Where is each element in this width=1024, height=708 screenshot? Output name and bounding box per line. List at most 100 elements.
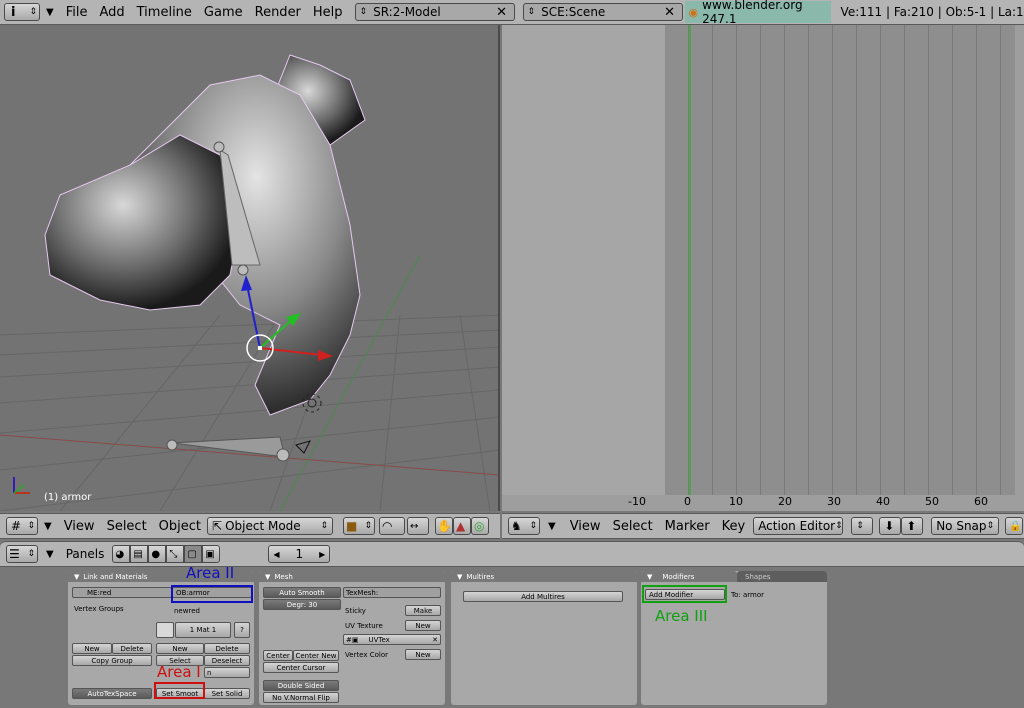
- material-new-button[interactable]: New: [156, 643, 204, 654]
- area-1-highlight: [154, 682, 205, 699]
- material-index-field[interactable]: 1 Mat 1: [175, 622, 231, 638]
- manipulator-translate-button[interactable]: ▲: [453, 517, 472, 535]
- center-new-button[interactable]: Center New: [293, 650, 339, 661]
- close-icon[interactable]: ✕: [432, 636, 438, 644]
- no-vnormal-flip-toggle[interactable]: No V.Normal Flip: [263, 692, 339, 703]
- collapse-triangle-icon[interactable]: ▼: [457, 573, 462, 581]
- action-browse-button[interactable]: ⇕: [851, 517, 874, 535]
- snap-selector[interactable]: No Snap ⇕: [931, 517, 1000, 535]
- lock-button[interactable]: 🔒: [1005, 517, 1024, 535]
- window-type-3dview-button[interactable]: # ⇕: [6, 517, 38, 535]
- object-mode-icon: ⇱: [212, 519, 223, 533]
- mesh-datablock-field[interactable]: ME:red: [72, 587, 172, 598]
- tab-shapes[interactable]: Shapes: [737, 571, 827, 582]
- menu-view[interactable]: View: [58, 519, 101, 534]
- pivot-selector[interactable]: ◠: [379, 517, 406, 535]
- vertex-color-new-button[interactable]: New: [405, 649, 441, 660]
- object-context-button[interactable]: ⤡: [166, 545, 185, 563]
- pacman-icon: ◕: [115, 548, 125, 560]
- degr-field[interactable]: Degr: 30: [263, 599, 341, 610]
- info-icon: i: [11, 4, 16, 20]
- down-arrow-icon: ⬇: [884, 519, 895, 533]
- screen-selector[interactable]: ⇕ SR:2-Model ✕: [354, 3, 515, 21]
- vgroup-new-button[interactable]: New: [72, 643, 112, 654]
- close-icon[interactable]: ✕: [662, 4, 678, 20]
- menu-game[interactable]: Game: [198, 5, 249, 20]
- action-editor[interactable]: -10 0 10 20 30 40 50 60: [502, 25, 1024, 511]
- vgroup-delete-button[interactable]: Delete: [112, 643, 152, 654]
- tab-label: Shapes: [745, 572, 771, 581]
- menu-view[interactable]: View: [564, 519, 607, 534]
- chevron-updown-icon: ⇕: [856, 521, 864, 531]
- script-icon: ▤: [133, 548, 143, 560]
- menu-file[interactable]: File: [60, 5, 94, 20]
- transform-toggle[interactable]: ↔: [407, 517, 430, 535]
- collapse-triangle-icon[interactable]: ▼: [265, 573, 270, 581]
- double-sided-toggle[interactable]: Double Sided: [263, 680, 339, 691]
- screen-name: SR:2-Model: [373, 5, 441, 19]
- shading-context-button[interactable]: ●: [148, 545, 167, 563]
- copy-pose-button[interactable]: ⬇: [879, 517, 902, 535]
- autotexspace-toggle[interactable]: AutoTexSpace: [72, 688, 152, 699]
- material-deselect-button[interactable]: Deselect: [204, 655, 250, 666]
- menu-help[interactable]: Help: [307, 5, 349, 20]
- material-delete-button[interactable]: Delete: [204, 643, 250, 654]
- auto-smooth-toggle[interactable]: Auto Smooth: [263, 587, 341, 598]
- menu-object[interactable]: Object: [153, 519, 207, 534]
- add-multires-button[interactable]: Add Multires: [463, 591, 623, 602]
- script-context-button[interactable]: ▤: [130, 545, 149, 563]
- collapse-triangle-icon[interactable]: ▼: [46, 549, 54, 560]
- menu-select[interactable]: Select: [101, 519, 153, 534]
- sticky-make-button[interactable]: Make: [405, 605, 441, 616]
- copy-group-button[interactable]: Copy Group: [72, 655, 152, 666]
- menu-timeline[interactable]: Timeline: [131, 5, 198, 20]
- paste-pose-button[interactable]: ⬆: [901, 517, 924, 535]
- scene-context-button[interactable]: ▣: [202, 545, 221, 563]
- editing-context-button[interactable]: ▢: [184, 545, 203, 563]
- collapse-triangle-icon[interactable]: ▼: [44, 521, 52, 532]
- blender-url: www.blender.org 247.1: [702, 0, 803, 26]
- help-mark: ?: [240, 626, 244, 634]
- left-arrow-icon[interactable]: ◀: [273, 550, 279, 559]
- uv-texture-label: UV Texture: [345, 622, 383, 630]
- uvtex-layer-field[interactable]: #▣ UVTex ✕: [343, 634, 441, 645]
- scene-selector[interactable]: ⇕ SCE:Scene ✕: [522, 3, 683, 21]
- texmesh-field[interactable]: TexMesh:: [343, 587, 441, 598]
- collapse-triangle-icon[interactable]: ▼: [74, 573, 79, 581]
- collapse-triangle-icon[interactable]: ▼: [46, 7, 54, 18]
- area-2-label: Area II: [186, 564, 235, 582]
- collapse-triangle-icon[interactable]: ▼: [647, 573, 652, 581]
- center-button[interactable]: Center: [263, 650, 293, 661]
- menu-add[interactable]: Add: [93, 5, 130, 20]
- window-type-buttons-button[interactable]: ☰ ⇕: [6, 545, 38, 563]
- manipulator-rotate-button[interactable]: ◎: [471, 517, 490, 535]
- menu-key[interactable]: Key: [716, 519, 752, 534]
- menu-render[interactable]: Render: [249, 5, 307, 20]
- logic-context-button[interactable]: ◕: [112, 545, 131, 563]
- window-type-action-button[interactable]: ♞ ⇕: [508, 517, 540, 535]
- center-cursor-button[interactable]: Center Cursor: [263, 662, 339, 673]
- editor-mode-selector[interactable]: Action Editor ⇕: [753, 517, 844, 535]
- draw-type-selector[interactable]: ■ ⇕: [343, 517, 376, 535]
- tab-modifiers[interactable]: ▼ Modifiers: [641, 571, 737, 582]
- blender-logo-icon: ◉: [688, 5, 699, 19]
- tick-label: 60: [974, 495, 988, 508]
- uv-texture-new-button[interactable]: New: [405, 620, 441, 631]
- label: Deselect: [211, 656, 243, 665]
- set-solid-button[interactable]: Set Solid: [204, 688, 250, 699]
- window-type-info-button[interactable]: i ⇕: [4, 3, 40, 21]
- mode-selector[interactable]: ⇱ Object Mode ⇕: [207, 517, 334, 535]
- menu-marker[interactable]: Marker: [659, 519, 716, 534]
- material-color-swatch[interactable]: [156, 622, 174, 638]
- material-assign-button[interactable]: n: [204, 667, 250, 678]
- 3d-viewport[interactable]: (1) armor: [0, 25, 500, 511]
- frame-number-field[interactable]: ◀ 1 ▶: [268, 545, 331, 563]
- manipulator-hand-button[interactable]: ✋: [435, 517, 454, 535]
- action-editor-header: ♞ ⇕ ▼ View Select Marker Key Action Edito…: [502, 513, 1024, 539]
- menu-select[interactable]: Select: [607, 519, 659, 534]
- right-arrow-icon[interactable]: ▶: [319, 550, 325, 559]
- close-icon[interactable]: ✕: [494, 4, 510, 20]
- chevron-updown-icon: ⇕: [27, 549, 35, 559]
- material-help-button[interactable]: ?: [234, 622, 250, 638]
- collapse-triangle-icon[interactable]: ▼: [548, 521, 556, 532]
